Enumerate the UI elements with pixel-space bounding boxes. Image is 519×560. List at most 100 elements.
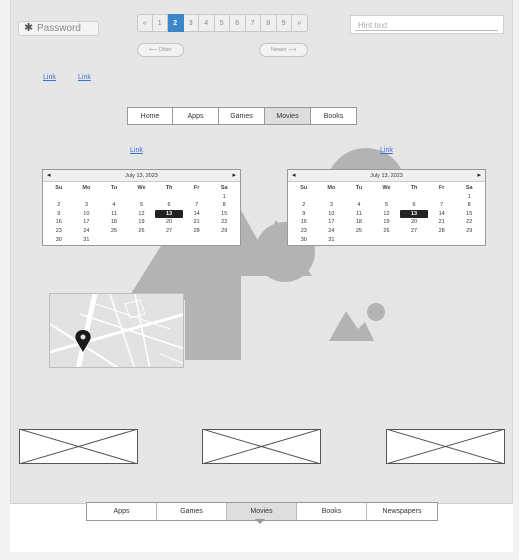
tab-newspapers[interactable]: Newspapers xyxy=(367,503,437,520)
pagination-prev[interactable]: « xyxy=(137,14,153,32)
calendar-day[interactable]: 12 xyxy=(128,210,156,219)
tab-home[interactable]: Home xyxy=(128,108,173,124)
calendar-day[interactable]: 15 xyxy=(455,210,483,219)
calendar-day-selected[interactable]: 13 xyxy=(155,209,183,219)
calendar-day[interactable]: 18 xyxy=(100,218,128,227)
calendar-day[interactable]: 23 xyxy=(290,227,318,236)
tab-movies[interactable]: Movies xyxy=(227,503,297,520)
calendar-day[interactable]: 19 xyxy=(128,218,156,227)
calendar-day[interactable]: 21 xyxy=(428,218,456,227)
calendar-day[interactable]: 23 xyxy=(45,227,73,236)
calendar-day[interactable]: 6 xyxy=(155,201,183,210)
pagination-page[interactable]: 5 xyxy=(214,14,230,32)
calendar-day[interactable]: 19 xyxy=(373,218,401,227)
pagination-page-current[interactable]: 2 xyxy=(168,14,184,32)
calendar-day[interactable]: 28 xyxy=(428,227,456,236)
tab-books[interactable]: Books xyxy=(311,108,356,124)
calendar-day[interactable]: 14 xyxy=(183,210,211,219)
newer-button[interactable]: Newer ⟶ xyxy=(259,43,308,57)
calendar-day[interactable]: 11 xyxy=(345,210,373,219)
calendar-day[interactable]: 25 xyxy=(100,227,128,236)
asterisk-icon: ✱ xyxy=(24,22,34,34)
pagination-page[interactable]: 1 xyxy=(152,14,168,32)
calendar-day[interactable]: 8 xyxy=(210,201,238,210)
prev-month-icon[interactable]: ◂ xyxy=(47,171,51,179)
calendar-day[interactable]: 16 xyxy=(290,218,318,227)
calendar-day[interactable]: 26 xyxy=(128,227,156,236)
pagination-page[interactable]: 6 xyxy=(230,14,246,32)
link[interactable]: Link xyxy=(380,147,393,154)
tab-apps[interactable]: Apps xyxy=(87,503,157,520)
link[interactable]: Link xyxy=(130,147,143,154)
calendar-day[interactable]: 9 xyxy=(45,210,73,219)
calendar-day[interactable]: 30 xyxy=(45,236,73,245)
pagination-next[interactable]: » xyxy=(292,14,308,32)
calendar-day[interactable]: 17 xyxy=(318,218,346,227)
calendar-day[interactable]: 29 xyxy=(455,227,483,236)
password-field[interactable]: ✱ Password xyxy=(18,21,99,36)
calendar-grid: Su Mo Tu We Th Fr Sa 1 2 3 4 5 6 7 8 9 10 11 12 13 14 15 16 17 1… xyxy=(43,182,240,244)
calendar-day[interactable]: 14 xyxy=(428,210,456,219)
pagination-page[interactable]: 9 xyxy=(276,14,292,32)
calendar-day[interactable]: 7 xyxy=(183,201,211,210)
calendar-day[interactable]: 20 xyxy=(400,218,428,227)
calendar-day[interactable]: 16 xyxy=(45,218,73,227)
calendar-day[interactable]: 9 xyxy=(290,210,318,219)
map[interactable] xyxy=(49,293,184,368)
next-month-icon[interactable]: ▸ xyxy=(477,171,481,179)
calendar-day[interactable]: 22 xyxy=(210,218,238,227)
link[interactable]: Link xyxy=(43,74,56,81)
calendar-day[interactable]: 31 xyxy=(318,236,346,245)
calendar-day[interactable]: 2 xyxy=(290,201,318,210)
calendar-day[interactable]: 26 xyxy=(373,227,401,236)
pagination-page[interactable]: 7 xyxy=(245,14,261,32)
pagination-page[interactable]: 8 xyxy=(261,14,277,32)
hint-placeholder: Hint text xyxy=(358,21,388,30)
calendar-day[interactable]: 24 xyxy=(73,227,101,236)
tab-games[interactable]: Games xyxy=(157,503,227,520)
calendar-day[interactable]: 2 xyxy=(45,201,73,210)
calendar-day[interactable]: 28 xyxy=(183,227,211,236)
calendar-day[interactable]: 10 xyxy=(73,210,101,219)
tab-books[interactable]: Books xyxy=(297,503,367,520)
tab-games[interactable]: Games xyxy=(219,108,265,124)
calendar-day[interactable]: 27 xyxy=(155,227,183,236)
calendar-day[interactable]: 11 xyxy=(100,210,128,219)
calendar-day[interactable]: 31 xyxy=(73,236,101,245)
calendar-day[interactable]: 1 xyxy=(210,193,238,202)
calendar-day[interactable]: 15 xyxy=(210,210,238,219)
calendar-day[interactable]: 3 xyxy=(318,201,346,210)
calendar-day[interactable]: 4 xyxy=(100,201,128,210)
calendar-day[interactable]: 30 xyxy=(290,236,318,245)
calendar-day[interactable]: 21 xyxy=(183,218,211,227)
calendar-day[interactable]: 3 xyxy=(73,201,101,210)
link[interactable]: Link xyxy=(78,74,91,81)
pagination-page[interactable]: 4 xyxy=(199,14,215,32)
next-month-icon[interactable]: ▸ xyxy=(232,171,236,179)
calendar-day-selected[interactable]: 13 xyxy=(400,209,428,219)
calendar-day[interactable]: 18 xyxy=(345,218,373,227)
calendar-day[interactable]: 24 xyxy=(318,227,346,236)
older-button[interactable]: ⟵ Older xyxy=(137,43,184,57)
calendar-day[interactable]: 29 xyxy=(210,227,238,236)
calendar-day[interactable]: 4 xyxy=(345,201,373,210)
hint-input[interactable]: Hint text xyxy=(350,15,504,34)
calendar-day[interactable]: 6 xyxy=(400,201,428,210)
calendar-day[interactable]: 27 xyxy=(400,227,428,236)
calendar-day[interactable]: 5 xyxy=(128,201,156,210)
calendar-day[interactable]: 7 xyxy=(428,201,456,210)
tab-movies[interactable]: Movies xyxy=(265,108,311,124)
pagination-page[interactable]: 3 xyxy=(183,14,199,32)
calendar-day[interactable]: 20 xyxy=(155,218,183,227)
prev-month-icon[interactable]: ◂ xyxy=(292,171,296,179)
calendar-day[interactable]: 1 xyxy=(455,193,483,202)
calendar-day[interactable]: 12 xyxy=(373,210,401,219)
calendar-day[interactable]: 25 xyxy=(345,227,373,236)
calendar-day[interactable]: 8 xyxy=(455,201,483,210)
tab-apps[interactable]: Apps xyxy=(173,108,219,124)
calendar-day[interactable]: 5 xyxy=(373,201,401,210)
calendar-day[interactable]: 22 xyxy=(455,218,483,227)
calendar-day[interactable]: 17 xyxy=(73,218,101,227)
password-placeholder: Password xyxy=(37,23,81,34)
calendar-day[interactable]: 10 xyxy=(318,210,346,219)
